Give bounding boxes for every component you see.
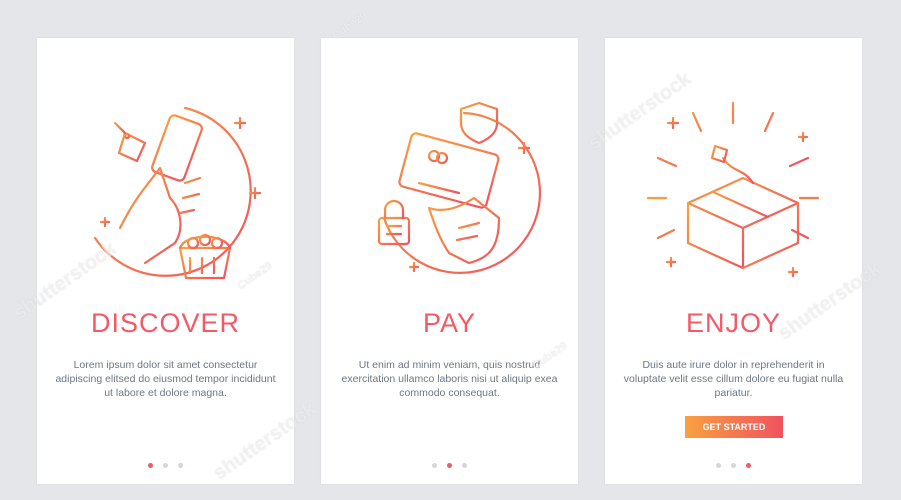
- screen-title: DISCOVER: [90, 308, 241, 338]
- page-dot-2[interactable]: [731, 463, 736, 468]
- onboarding-screen-discover: DISCOVER Lorem ipsum dolor sit amet cons…: [37, 38, 294, 484]
- screen-description: Lorem ipsum dolor sit amet consectetur a…: [55, 359, 276, 399]
- page-dot-2[interactable]: [447, 463, 452, 468]
- page-dot-1[interactable]: [716, 463, 721, 468]
- onboarding-screen-enjoy: ENJOY Duis aute irure dolor in reprehend…: [605, 38, 862, 484]
- pagination-dots: [605, 463, 862, 468]
- hand-card-shield-icon: [377, 101, 541, 274]
- page-dot-3[interactable]: [178, 463, 183, 468]
- hand-phone-basket-icon: [93, 106, 262, 280]
- page-dot-3[interactable]: [462, 463, 467, 468]
- page-dot-3[interactable]: [746, 463, 751, 468]
- page-dot-2[interactable]: [163, 463, 168, 468]
- onboarding-screen-pay: PAY Ut enim ad minim veniam, quis nostru…: [321, 38, 578, 484]
- screen-title: ENJOY: [685, 308, 782, 338]
- pagination-dots: [37, 463, 294, 468]
- page-dot-1[interactable]: [148, 463, 153, 468]
- get-started-button[interactable]: GET STARTED: [685, 416, 783, 438]
- pagination-dots: [321, 463, 578, 468]
- page-dot-1[interactable]: [432, 463, 437, 468]
- open-box-icon: [646, 101, 820, 278]
- screen-description: Ut enim ad minim veniam, quis nostrud ex…: [341, 359, 558, 399]
- screen-description: Duis aute irure dolor in reprehenderit i…: [623, 359, 844, 399]
- screen-title: PAY: [422, 308, 477, 338]
